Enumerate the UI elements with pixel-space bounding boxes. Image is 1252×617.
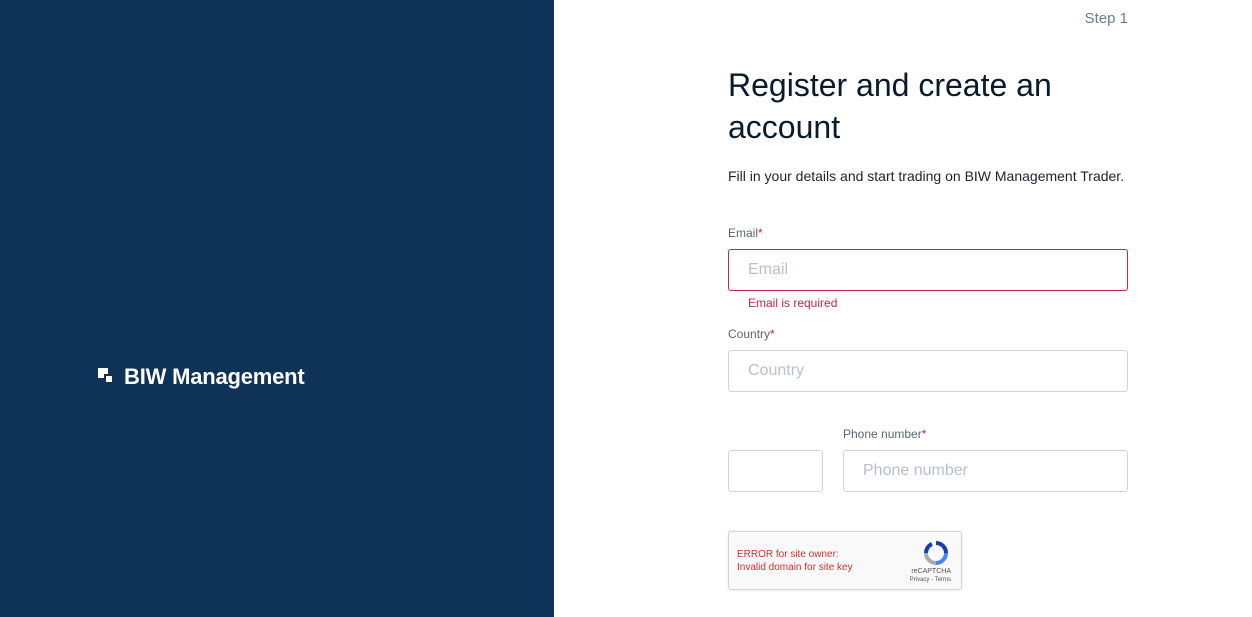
email-label: Email* (728, 226, 763, 240)
brand-panel: BIW Management (0, 0, 554, 617)
page-title: Register and create an account (728, 67, 1052, 145)
brand-logo: BIW Management (98, 364, 305, 390)
brand-mark-icon (98, 368, 116, 386)
country-label: Country* (728, 327, 775, 341)
captcha-error: ERROR for site owner: Invalid domain for… (737, 549, 853, 573)
phone-label: Phone number* (843, 427, 927, 441)
recaptcha-widget[interactable]: ERROR for site owner: Invalid domain for… (728, 531, 962, 590)
page-subtitle: Fill in your details and start trading o… (728, 168, 1125, 184)
captcha-brand: reCAPTCHA (911, 568, 951, 575)
captcha-links[interactable]: Privacy - Terms (910, 577, 951, 583)
step-indicator: Step 1 (1084, 10, 1128, 27)
email-error: Email is required (748, 296, 838, 310)
phone-number-input[interactable] (843, 450, 1128, 492)
registration-form: Register and create an account Fill in y… (728, 64, 1128, 492)
phone-code-input[interactable] (728, 450, 823, 492)
recaptcha-icon (924, 541, 948, 565)
brand-name: BIW Management (124, 364, 305, 389)
email-input[interactable] (728, 249, 1128, 291)
country-input[interactable] (728, 350, 1128, 392)
